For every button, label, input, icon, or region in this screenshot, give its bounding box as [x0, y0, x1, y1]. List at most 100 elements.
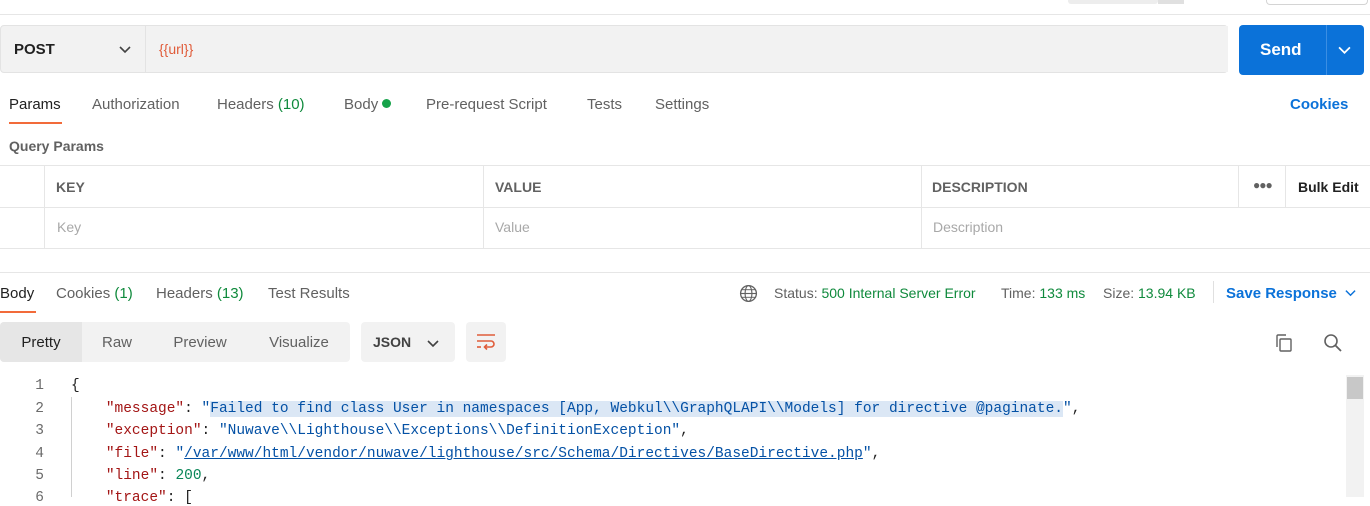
key-input[interactable]: Key	[57, 219, 81, 235]
json-key: "line"	[105, 468, 159, 484]
response-cookies-label: Cookies	[56, 285, 111, 302]
json-key: "message"	[105, 401, 185, 417]
send-divider	[1326, 25, 1327, 75]
bulk-edit-button[interactable]: Bulk Edit	[1298, 179, 1359, 195]
tab-prerequest-script[interactable]: Pre-request Script	[426, 96, 547, 113]
table-col-divider	[921, 166, 922, 248]
active-response-tab-indicator	[0, 311, 36, 313]
line-number: 6	[35, 490, 44, 506]
chevron-down-icon	[427, 340, 439, 348]
line-number: 3	[35, 423, 44, 439]
column-header-description: DESCRIPTION	[932, 179, 1028, 195]
send-button[interactable]: Send	[1239, 25, 1364, 75]
status-label: Status:	[774, 285, 818, 301]
response-time[interactable]: Time: 133 ms	[1001, 285, 1085, 301]
json-key: "file"	[105, 446, 159, 462]
wrap-lines-button[interactable]	[466, 322, 506, 362]
value-input[interactable]: Value	[495, 219, 530, 235]
time-value: 133 ms	[1039, 285, 1086, 301]
code-line: "message": "Failed to find class User in…	[105, 401, 1081, 417]
method-label: POST	[14, 41, 55, 58]
tab-headers[interactable]: Headers (10)	[217, 96, 305, 113]
body-indicator-dot	[382, 99, 392, 108]
request-bar: POST {{url}}	[0, 25, 1228, 73]
response-size[interactable]: Size: 13.94 KB	[1103, 285, 1196, 301]
line-number: 4	[35, 446, 44, 462]
url-text: {{url}}	[159, 41, 194, 57]
url-input[interactable]: {{url}}	[145, 26, 1228, 72]
line-number: 5	[35, 468, 44, 484]
search-icon[interactable]	[1323, 333, 1343, 353]
active-tab-indicator	[9, 122, 62, 124]
tab-tests[interactable]: Tests	[587, 96, 622, 113]
view-mode-group: Pretty Raw Preview Visualize	[0, 322, 350, 362]
json-number: 200	[175, 468, 202, 484]
chevron-down-icon[interactable]	[1338, 43, 1351, 56]
response-tab-test-results[interactable]: Test Results	[268, 285, 350, 302]
scrollbar-thumb[interactable]	[1347, 377, 1363, 399]
response-status[interactable]: Status: 500 Internal Server Error	[774, 285, 976, 301]
json-key: "exception"	[105, 423, 202, 439]
tab-headers-label: Headers	[217, 96, 274, 113]
json-key: "trace"	[105, 490, 167, 506]
response-headers-label: Headers	[156, 285, 213, 302]
table-border-top	[0, 165, 1370, 166]
view-visualize-button[interactable]: Visualize	[248, 322, 350, 362]
response-headers-count: (13)	[216, 285, 244, 302]
wrap-lines-icon	[477, 334, 495, 351]
response-cookies-count: (1)	[114, 285, 133, 302]
tab-body[interactable]: Body	[344, 96, 392, 113]
status-value: 500 Internal Server Error	[821, 285, 976, 301]
send-label: Send	[1260, 40, 1302, 59]
format-selector[interactable]: JSON	[361, 322, 455, 362]
size-value: 13.94 KB	[1138, 285, 1196, 301]
chevron-down-icon	[119, 46, 131, 54]
description-input[interactable]: Description	[933, 219, 1003, 235]
environment-selector[interactable]	[1068, 0, 1158, 4]
view-preview-button[interactable]: Preview	[152, 322, 248, 362]
save-request-button[interactable]	[1266, 0, 1368, 5]
response-tab-cookies[interactable]: Cookies (1)	[56, 285, 133, 302]
globe-icon[interactable]	[739, 284, 758, 303]
code-line: "file": "/var/www/html/vendor/nuwave/lig…	[105, 446, 881, 462]
view-pretty-button[interactable]: Pretty	[0, 322, 82, 362]
more-options-icon[interactable]: ●●●	[1253, 178, 1273, 192]
tab-params[interactable]: Params	[9, 96, 61, 113]
separator	[1213, 281, 1214, 303]
format-label: JSON	[373, 334, 412, 350]
json-bracket: [	[184, 490, 193, 506]
view-raw-button[interactable]: Raw	[82, 322, 152, 362]
line-number: 2	[35, 401, 44, 417]
tab-authorization[interactable]: Authorization	[92, 96, 180, 113]
json-string-selected: Failed to find class User in namespaces …	[210, 401, 1063, 417]
code-line: "trace": [	[105, 490, 193, 506]
size-label: Size:	[1103, 285, 1135, 301]
json-string: "Nuwave\\Lighthouse\\Exceptions\\Definit…	[218, 423, 681, 439]
toolbar-divider	[0, 14, 1370, 15]
table-border-bottom	[0, 248, 1370, 249]
response-tab-headers[interactable]: Headers (13)	[156, 285, 244, 302]
tab-settings[interactable]: Settings	[655, 96, 709, 113]
code-line: {	[71, 378, 80, 394]
table-col-divider	[483, 166, 484, 248]
column-header-value: VALUE	[495, 179, 542, 195]
save-response-button[interactable]: Save Response	[1226, 285, 1356, 302]
method-selector[interactable]: POST	[1, 26, 145, 72]
cookies-link[interactable]: Cookies	[1290, 96, 1348, 113]
table-header-divider	[0, 207, 1370, 208]
headers-count: (10)	[277, 96, 305, 113]
query-params-title: Query Params	[9, 138, 104, 154]
code-line: "exception": "Nuwave\\Lighthouse\\Except…	[105, 423, 689, 439]
tab-body-label: Body	[344, 96, 379, 113]
copy-icon[interactable]	[1274, 333, 1294, 353]
time-label: Time:	[1001, 285, 1036, 301]
response-tab-body[interactable]: Body	[0, 285, 34, 302]
table-col-divider	[44, 166, 45, 248]
column-header-key: KEY	[56, 179, 85, 195]
table-col-divider	[1238, 166, 1239, 207]
code-line: "line": 200,	[105, 468, 211, 484]
json-link[interactable]: /var/www/html/vendor/nuwave/lighthouse/s…	[184, 446, 863, 462]
chevron-down-icon	[1345, 290, 1356, 297]
table-col-divider	[1285, 166, 1286, 207]
environment-dropdown-toggle[interactable]	[1158, 0, 1184, 4]
